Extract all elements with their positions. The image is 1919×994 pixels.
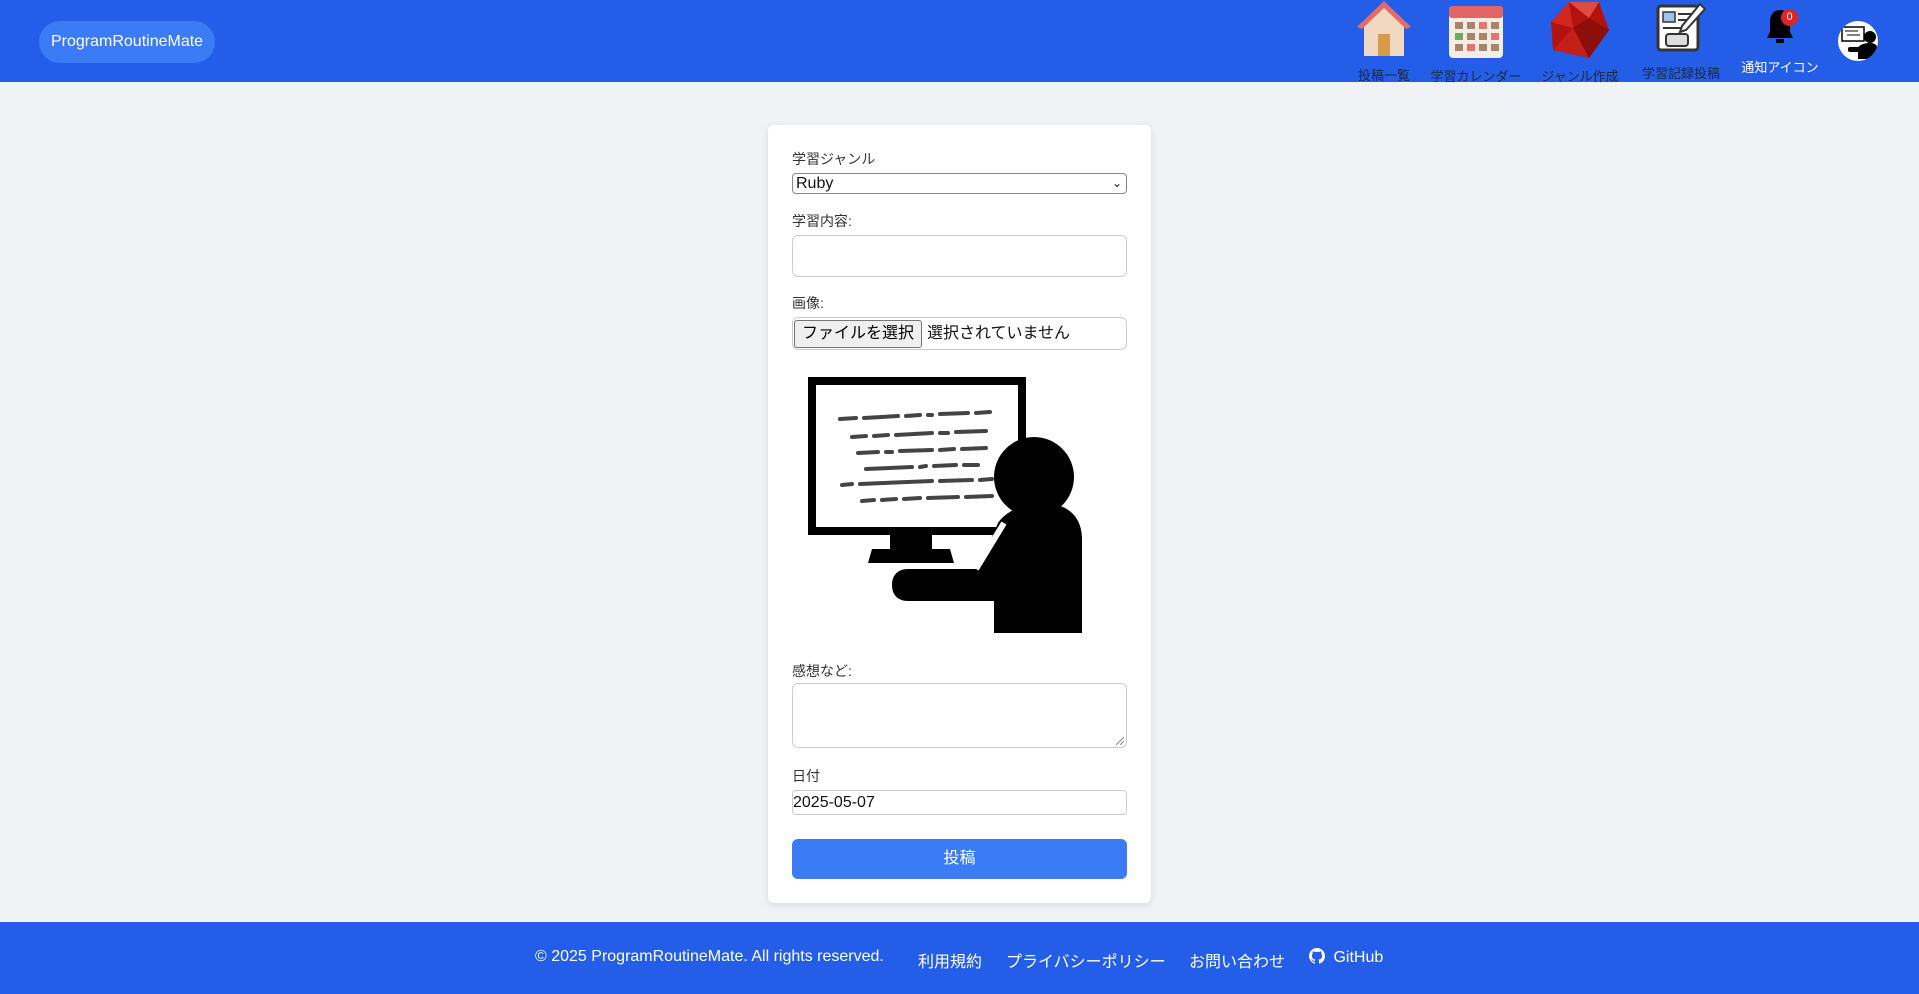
- footer-link-contact[interactable]: お問い合わせ: [1189, 948, 1285, 972]
- genre-select-value: Ruby: [796, 175, 834, 192]
- post-form-icon: [1656, 2, 1706, 52]
- github-icon: [1309, 948, 1326, 964]
- notification-badge: 0: [1781, 9, 1798, 26]
- resize-grip-icon[interactable]: [1116, 737, 1124, 745]
- date-input[interactable]: 2025-05-07: [792, 790, 1127, 815]
- footer-link-privacy[interactable]: プライバシーポリシー: [1006, 948, 1166, 972]
- genre-label: 学習ジャンル: [792, 151, 876, 167]
- nav-genre-create-label: ジャンル作成: [1541, 69, 1619, 84]
- nav-post-list[interactable]: 投稿一覧: [1354, 0, 1414, 83]
- footer: © 2025 ProgramRoutineMate. All rights re…: [0, 922, 1919, 994]
- footer-link-github[interactable]: GitHub: [1309, 948, 1383, 967]
- nav-study-post-label: 学習記録投稿: [1641, 66, 1720, 81]
- impression-label: 感想など:: [792, 663, 852, 679]
- home-icon: [1357, 1, 1411, 56]
- ruby-gem-icon: [1551, 2, 1609, 58]
- content-label: 学習内容:: [792, 213, 852, 229]
- genre-select[interactable]: Ruby ⌄: [792, 173, 1127, 194]
- impression-textarea[interactable]: [792, 683, 1127, 748]
- chevron-down-icon: ⌄: [1111, 176, 1122, 190]
- nav-post-list-label: 投稿一覧: [1357, 68, 1410, 83]
- choose-file-button[interactable]: ファイルを選択: [794, 320, 922, 348]
- avatar-icon: [1841, 26, 1878, 59]
- nav-calendar[interactable]: 学習カレンダー: [1426, 0, 1526, 84]
- post-form-card: 学習ジャンル Ruby ⌄ 学習内容: 画像: ファイルを選択 選択されていませ…: [768, 125, 1151, 903]
- avatar[interactable]: [1838, 21, 1878, 61]
- nav-notifications-label: 通知アイコン: [1741, 60, 1819, 75]
- nav-genre-create[interactable]: ジャンル作成: [1536, 0, 1624, 84]
- footer-copyright: © 2025 ProgramRoutineMate. All rights re…: [535, 948, 884, 965]
- image-preview: [808, 377, 1082, 633]
- footer-link-github-label: GitHub: [1333, 949, 1384, 966]
- top-navbar: ProgramRoutineMate 投稿一覧 学習カレンダー ジャンル作成 学…: [0, 0, 1919, 84]
- file-status-text: 選択されていません: [927, 325, 1071, 342]
- brand-logo-button[interactable]: ProgramRoutineMate: [39, 21, 216, 63]
- image-label: 画像:: [792, 295, 824, 311]
- submit-button[interactable]: 投稿: [792, 839, 1127, 879]
- calendar-icon: [1449, 6, 1503, 58]
- nav-notifications[interactable]: 0 通知アイコン: [1734, 0, 1826, 82]
- footer-link-terms[interactable]: 利用規約: [918, 948, 982, 972]
- nav-study-post[interactable]: 学習記録投稿: [1636, 0, 1726, 82]
- content-input[interactable]: [792, 235, 1127, 277]
- nav-calendar-label: 学習カレンダー: [1430, 69, 1522, 84]
- image-file-input[interactable]: ファイルを選択 選択されていません: [792, 317, 1127, 350]
- date-label: 日付: [792, 768, 820, 784]
